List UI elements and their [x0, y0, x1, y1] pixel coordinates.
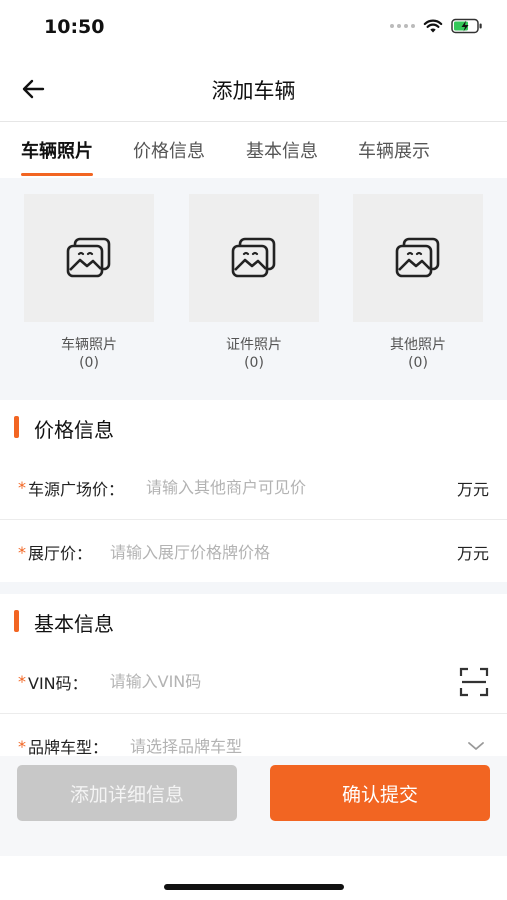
- required-mark: *: [18, 542, 26, 562]
- tab-label: 价格信息: [133, 141, 205, 162]
- section-title: 基本信息: [34, 611, 114, 636]
- square-price-row: * 车源广场价： 万元: [0, 456, 507, 520]
- status-icons: [390, 18, 483, 34]
- unit-label: 万元: [456, 479, 489, 499]
- unit-label: 万元: [456, 544, 489, 563]
- section-accent-bar: [14, 416, 19, 438]
- photo-slot-label: 其他照片: [390, 337, 446, 353]
- photo-slot-label: 证件照片: [226, 337, 282, 353]
- cellular-signal-icon: [390, 24, 415, 28]
- status-bar: 10:50: [0, 0, 507, 56]
- tab-label: 基本信息: [246, 141, 318, 162]
- photo-slot-count: (0): [244, 355, 264, 371]
- photo-slot-count: (0): [79, 355, 99, 371]
- tab-label: 车辆照片: [21, 141, 93, 162]
- image-icon: [395, 237, 440, 278]
- photo-upload-box[interactable]: [353, 194, 483, 322]
- required-mark: *: [18, 672, 26, 691]
- brand-model-row[interactable]: * 品牌车型：: [0, 714, 507, 756]
- section-divider: [0, 582, 507, 594]
- section-header: 基本信息: [0, 594, 507, 650]
- nav-bar: 添加车辆: [0, 56, 507, 122]
- photo-slot-count: (0): [408, 355, 428, 371]
- field-label: 品牌车型：: [28, 738, 109, 756]
- chevron-down-icon: [468, 742, 484, 750]
- battery-charging-icon: [451, 18, 482, 34]
- photo-upload-box[interactable]: [189, 194, 319, 322]
- photo-slot-label: 车辆照片: [61, 337, 117, 353]
- section-title: 价格信息: [34, 417, 114, 442]
- photo-upload-box[interactable]: [24, 194, 154, 322]
- square-price-input[interactable]: [146, 478, 449, 497]
- field-label: VIN码：: [28, 673, 88, 693]
- home-indicator: [164, 884, 344, 890]
- photo-upload-section: 车辆照片 (0) 证件照片 (0) 其他照片 (0): [0, 178, 507, 400]
- bottom-action-bar: 添加详细信息 确认提交: [0, 756, 507, 856]
- showroom-price-row: * 展厅价： 万元: [0, 520, 507, 584]
- tab-basic-info[interactable]: 基本信息: [246, 122, 318, 178]
- brand-model-select[interactable]: [130, 736, 467, 756]
- tab-label: 车辆展示: [358, 141, 430, 162]
- showroom-price-input[interactable]: [110, 542, 449, 562]
- photo-slot-vehicle: 车辆照片 (0): [24, 194, 154, 372]
- vin-input[interactable]: [109, 672, 459, 691]
- section-accent-bar: [14, 610, 19, 632]
- tab-vehicle-photos[interactable]: 车辆照片: [21, 122, 93, 178]
- price-info-section: 价格信息 * 车源广场价： 万元 * 展厅价： 万元: [0, 400, 507, 582]
- photo-slot-documents: 证件照片 (0): [189, 194, 319, 372]
- add-details-button[interactable]: 添加详细信息: [17, 765, 237, 821]
- tab-bar: 车辆照片 价格信息 基本信息 车辆展示: [0, 122, 507, 178]
- image-icon: [66, 237, 111, 278]
- image-icon: [231, 237, 276, 278]
- photo-slot-other: 其他照片 (0): [353, 194, 483, 372]
- required-mark: *: [18, 736, 26, 756]
- submit-button[interactable]: 确认提交: [270, 765, 490, 821]
- field-label: 车源广场价：: [28, 479, 125, 499]
- section-header: 价格信息: [0, 400, 507, 456]
- status-time: 10:50: [44, 16, 105, 38]
- wifi-icon: [423, 19, 443, 33]
- page-title: 添加车辆: [211, 79, 296, 103]
- scan-icon[interactable]: [459, 667, 489, 697]
- vin-row: * VIN码：: [0, 650, 507, 714]
- required-mark: *: [18, 478, 26, 497]
- field-label: 展厅价：: [28, 544, 93, 563]
- tab-vehicle-display[interactable]: 车辆展示: [358, 122, 430, 178]
- basic-info-section: 基本信息 * VIN码： * 品牌车型：: [0, 594, 507, 756]
- tab-price-info[interactable]: 价格信息: [133, 122, 205, 178]
